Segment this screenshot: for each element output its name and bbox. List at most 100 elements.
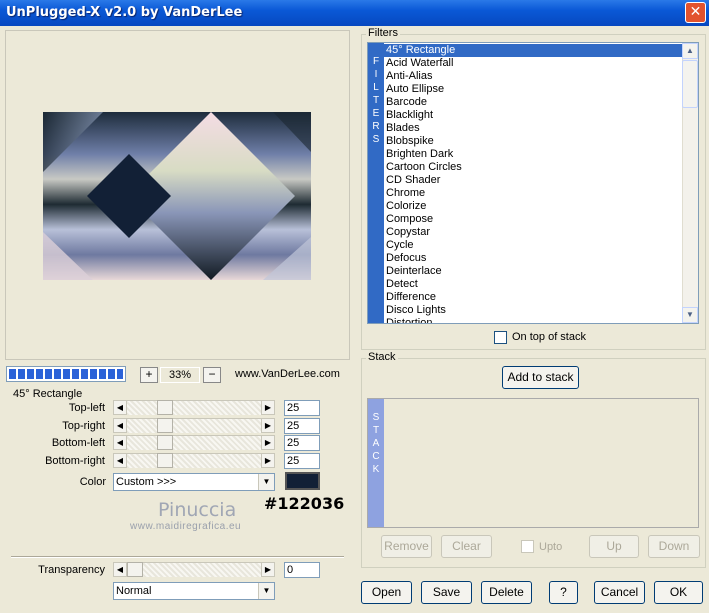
help-button[interactable]: ? xyxy=(549,581,578,604)
slider-value[interactable]: 25 xyxy=(284,417,320,434)
filter-item[interactable]: Disco Lights xyxy=(384,304,682,317)
close-button[interactable]: ✕ xyxy=(685,2,706,23)
filter-item[interactable]: Difference xyxy=(384,291,682,304)
slider-left-arrow[interactable]: ◀ xyxy=(113,452,127,468)
filter-item[interactable]: Auto Ellipse xyxy=(384,83,682,96)
up-button[interactable]: Up xyxy=(589,535,639,558)
preview-image xyxy=(43,112,311,280)
transparency-value[interactable]: 0 xyxy=(284,562,320,578)
filter-item[interactable]: Blobspike xyxy=(384,135,682,148)
transparency-label: Transparency xyxy=(38,564,105,576)
slider-track[interactable] xyxy=(127,417,261,433)
color-hex-label: #122036 xyxy=(264,494,345,513)
zoom-out-button[interactable]: − xyxy=(203,367,221,383)
slider-label: Bottom-right xyxy=(45,454,105,467)
filter-item[interactable]: Cycle xyxy=(384,239,682,252)
slider-right-arrow[interactable]: ▶ xyxy=(261,452,275,468)
slider-track[interactable] xyxy=(127,452,261,468)
color-label: Color xyxy=(79,476,106,488)
stack-strip: STACK xyxy=(368,399,384,527)
upto-checkbox[interactable] xyxy=(521,540,534,553)
blend-mode-value: Normal xyxy=(116,585,152,597)
slider-value[interactable]: 25 xyxy=(284,452,320,469)
clear-button[interactable]: Clear xyxy=(441,535,492,558)
down-button[interactable]: Down xyxy=(648,535,700,558)
save-button[interactable]: Save xyxy=(421,581,472,604)
close-icon: ✕ xyxy=(689,4,702,20)
upto-label: Upto xyxy=(539,541,563,553)
watermark-url: www.maidiregrafica.eu xyxy=(130,521,242,532)
chevron-down-icon: ▼ xyxy=(258,583,274,599)
zoom-in-button[interactable]: + xyxy=(140,367,158,383)
transparency-slider[interactable] xyxy=(127,562,261,577)
title-bar: UnPlugged-X v2.0 by VanDerLee xyxy=(0,0,709,26)
filter-item[interactable]: Cartoon Circles xyxy=(384,161,682,174)
transparency-right-arrow[interactable]: ▶ xyxy=(261,562,275,577)
slider-left-arrow[interactable]: ◀ xyxy=(113,400,127,415)
filter-item[interactable]: Copystar xyxy=(384,226,682,239)
slider-track[interactable] xyxy=(127,435,261,450)
scroll-up-icon[interactable]: ▲ xyxy=(682,43,698,59)
slider-value[interactable]: 25 xyxy=(284,435,320,451)
slider-right-arrow[interactable]: ▶ xyxy=(261,435,275,450)
on-top-checkbox[interactable] xyxy=(494,331,507,344)
chevron-down-icon: ▼ xyxy=(258,474,274,490)
filter-item[interactable]: Detect xyxy=(384,278,682,291)
slider-value[interactable]: 25 xyxy=(284,400,320,416)
stack-list[interactable]: STACK xyxy=(367,398,699,528)
filter-item[interactable]: Chrome xyxy=(384,187,682,200)
blend-mode-select[interactable]: Normal ▼ xyxy=(113,582,275,600)
open-button[interactable]: Open xyxy=(361,581,412,604)
remove-button[interactable]: Remove xyxy=(381,535,432,558)
filter-item[interactable]: Compose xyxy=(384,213,682,226)
delete-button[interactable]: Delete xyxy=(481,581,532,604)
window-title: UnPlugged-X v2.0 by VanDerLee xyxy=(6,5,243,20)
filter-item[interactable]: Blacklight xyxy=(384,109,682,122)
filter-item[interactable]: Colorize xyxy=(384,200,682,213)
filters-list[interactable]: FILTERS 45° Rectangle Acid Waterfall Anti-… xyxy=(367,42,699,324)
slider-label: Top-left xyxy=(68,402,105,414)
transparency-thumb[interactable] xyxy=(127,562,143,577)
ok-button[interactable]: OK xyxy=(654,581,703,604)
slider-left-arrow[interactable]: ◀ xyxy=(113,435,127,450)
filter-item[interactable]: Acid Waterfall xyxy=(384,57,682,70)
filter-item[interactable]: Anti-Alias xyxy=(384,70,682,83)
progress-fill xyxy=(9,369,123,379)
slider-thumb[interactable] xyxy=(157,452,173,468)
scroll-down-icon[interactable]: ▼ xyxy=(682,307,698,323)
watermark-name: Pinuccia xyxy=(158,499,237,521)
filter-item[interactable]: Distortion xyxy=(384,317,682,323)
slider-track[interactable] xyxy=(127,400,261,415)
divider xyxy=(11,556,344,558)
slider-right-arrow[interactable]: ▶ xyxy=(261,400,275,415)
on-top-label: On top of stack xyxy=(512,331,586,343)
filters-strip: FILTERS xyxy=(368,43,384,323)
color-select[interactable]: Custom >>> ▼ xyxy=(113,473,275,491)
color-select-value: Custom >>> xyxy=(116,476,177,488)
filter-item[interactable]: Defocus xyxy=(384,252,682,265)
filters-scrollbar[interactable]: ▲ ▼ xyxy=(682,43,698,323)
transparency-left-arrow[interactable]: ◀ xyxy=(113,562,127,577)
color-swatch[interactable] xyxy=(285,472,320,490)
slider-thumb[interactable] xyxy=(157,417,173,433)
cancel-button[interactable]: Cancel xyxy=(594,581,645,604)
slider-left-arrow[interactable]: ◀ xyxy=(113,417,127,433)
scroll-thumb[interactable] xyxy=(682,60,698,108)
slider-thumb[interactable] xyxy=(157,435,173,450)
slider-label: Bottom-left xyxy=(51,437,105,449)
filter-item[interactable]: Deinterlace xyxy=(384,265,682,278)
filter-item[interactable]: CD Shader xyxy=(384,174,682,187)
slider-label: Top-right xyxy=(62,419,105,432)
add-to-stack-button[interactable]: Add to stack xyxy=(502,366,579,389)
filter-item[interactable]: Barcode xyxy=(384,96,682,109)
filter-item[interactable]: 45° Rectangle xyxy=(384,44,682,57)
filter-item[interactable]: Brighten Dark xyxy=(384,148,682,161)
stack-group-label: Stack xyxy=(366,351,398,363)
filters-group-label: Filters xyxy=(366,27,400,39)
zoom-level: 33% xyxy=(160,367,200,383)
filter-item[interactable]: Blades xyxy=(384,122,682,135)
slider-right-arrow[interactable]: ▶ xyxy=(261,417,275,433)
progress-bar xyxy=(6,366,126,382)
website-link[interactable]: www.VanDerLee.com xyxy=(235,368,340,380)
slider-thumb[interactable] xyxy=(157,400,173,415)
